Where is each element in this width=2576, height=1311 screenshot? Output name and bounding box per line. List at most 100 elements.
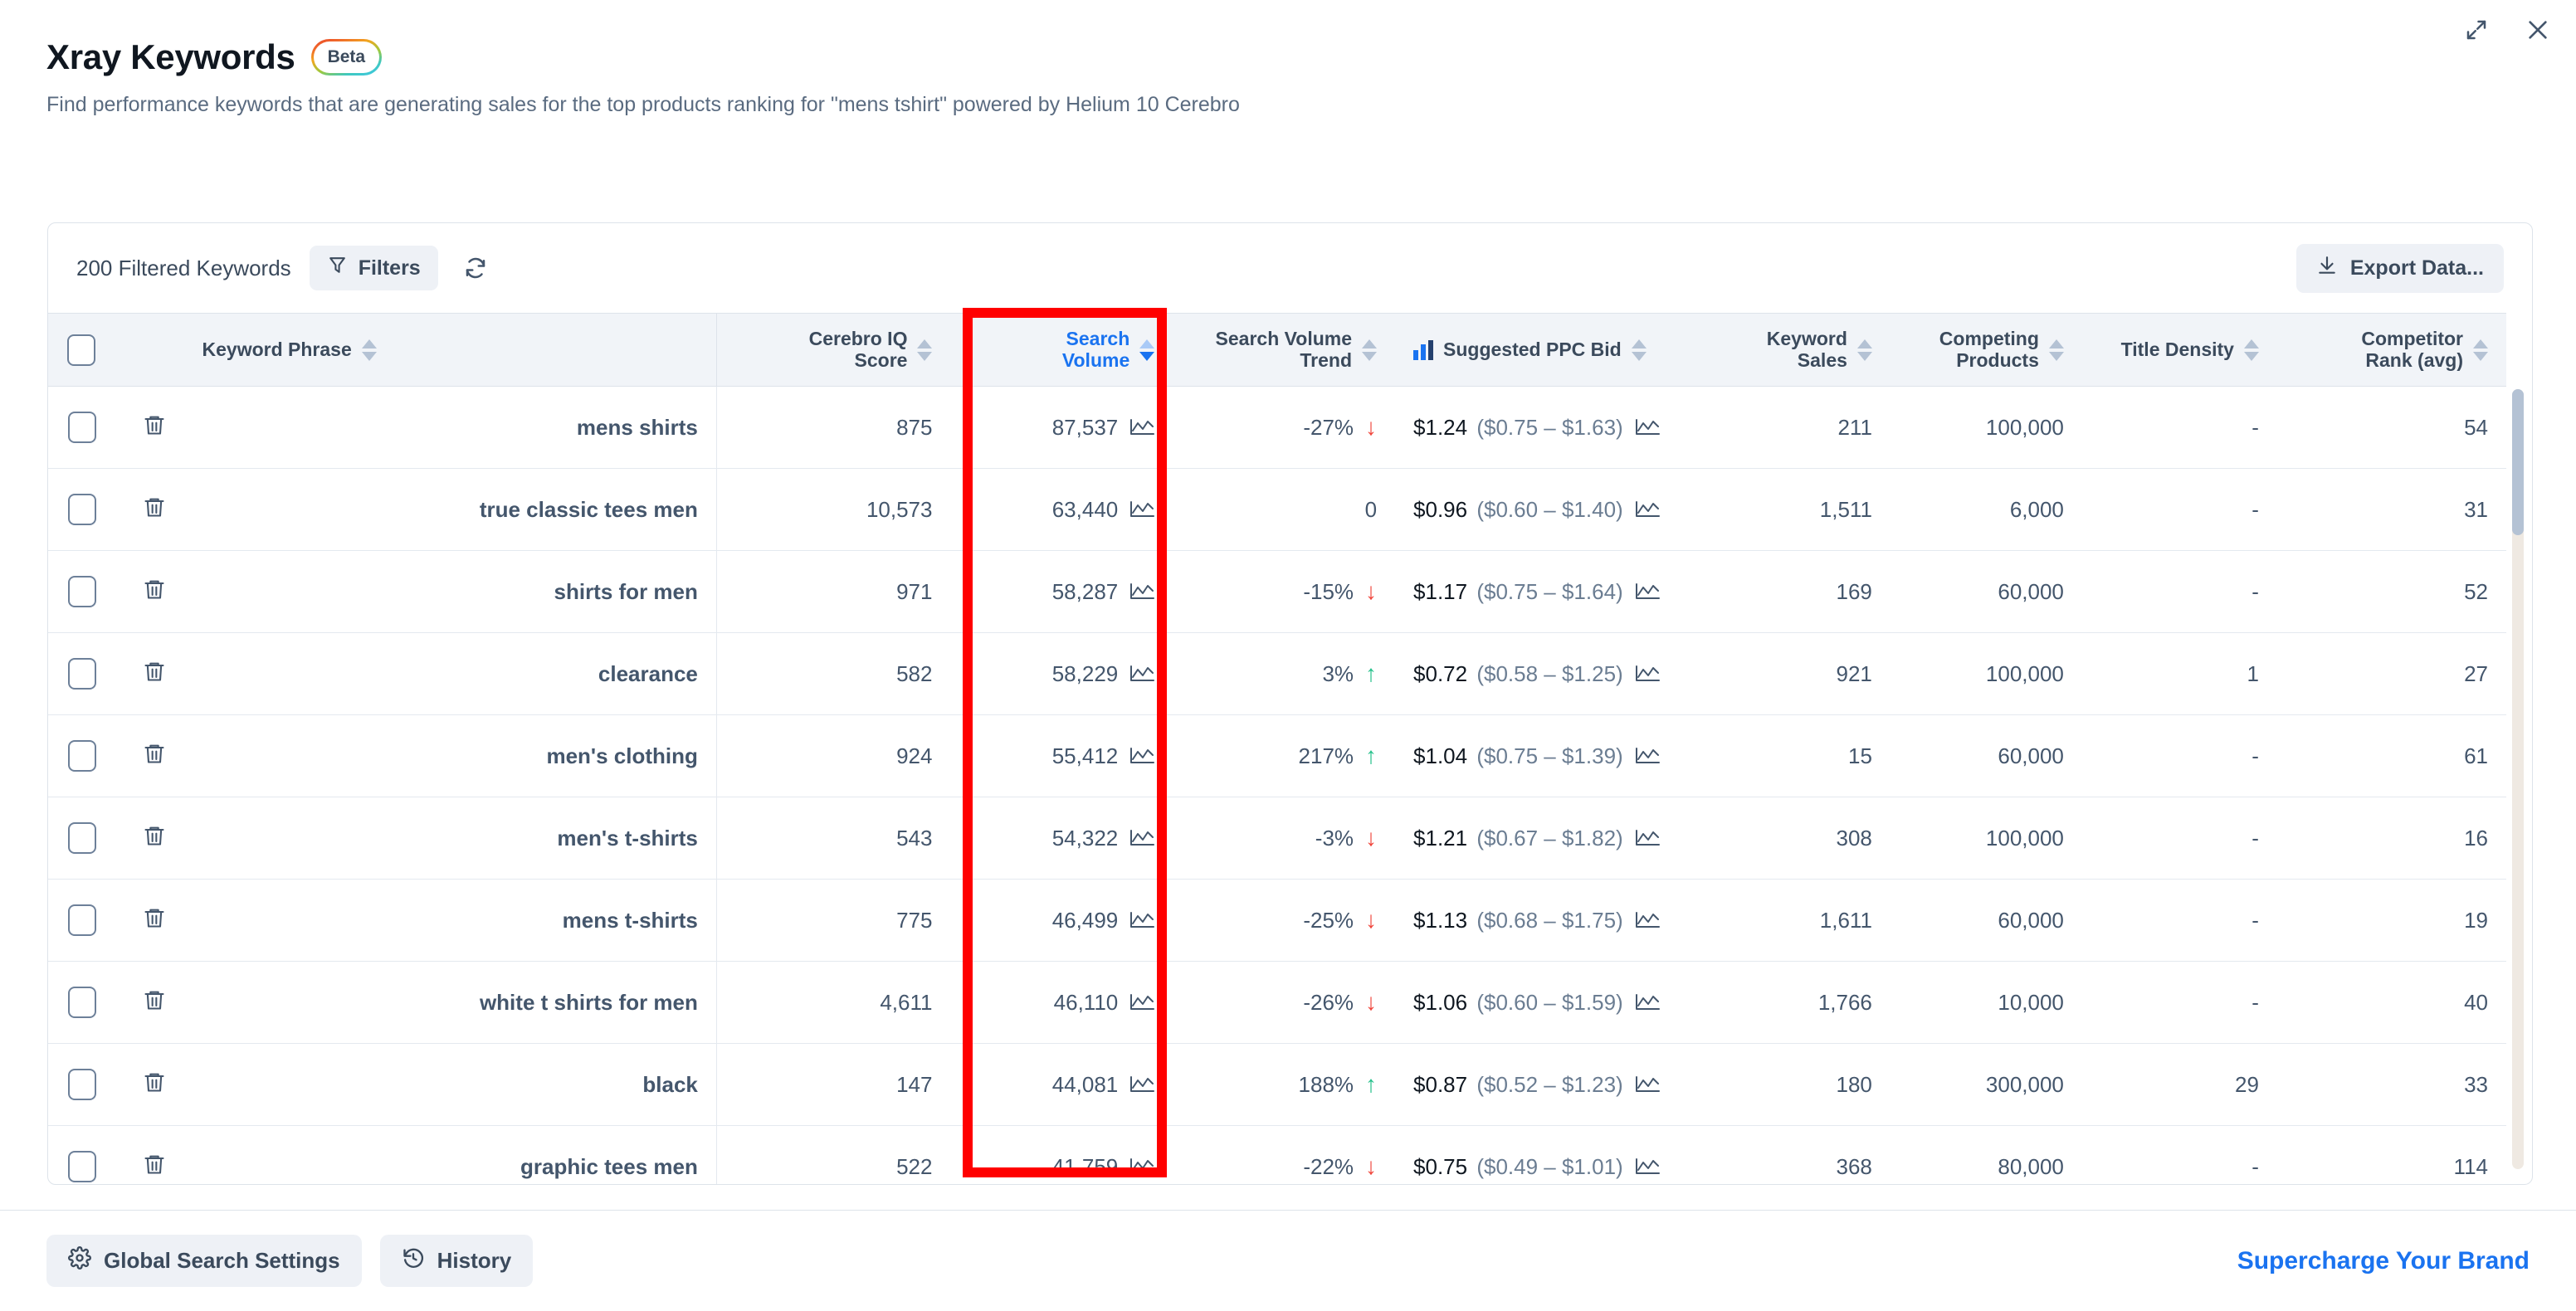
sparkline-icon[interactable]	[1635, 582, 1660, 602]
sparkline-icon[interactable]	[1129, 500, 1155, 519]
export-data-button[interactable]: Export Data...	[2295, 243, 2504, 293]
th-search-volume[interactable]: Search Volume	[950, 313, 1173, 387]
select-all-checkbox[interactable]	[66, 334, 95, 366]
cell-competing-products: 100,000	[1890, 632, 2082, 715]
row-checkbox[interactable]	[67, 740, 96, 772]
cell-keyword-sales: 211	[1719, 386, 1891, 469]
row-delete-cell	[114, 632, 184, 715]
trash-icon[interactable]	[143, 659, 166, 690]
header-row: Keyword Phrase Cerebro IQ Score Search Vol…	[48, 313, 2506, 387]
row-checkbox[interactable]	[67, 904, 96, 936]
sparkline-icon[interactable]	[1129, 992, 1155, 1012]
th-keyword-phrase[interactable]: Keyword Phrase	[183, 313, 717, 387]
sparkline-icon[interactable]	[1129, 582, 1155, 602]
search-volume-value: 63,440	[1051, 496, 1119, 522]
sparkline-icon[interactable]	[1635, 1075, 1660, 1094]
row-checkbox[interactable]	[67, 1069, 96, 1100]
cell-suggested-ppc-bid: $0.72 ($0.58 – $1.25)	[1395, 632, 1720, 715]
cell-competitor-rank: 52	[2276, 550, 2506, 633]
ppc-bid-value: $0.75 ($0.49 – $1.01)	[1413, 1153, 1623, 1179]
table-row[interactable]: clearance 582 58,229 3% ↑ $0.72 ($0.58 – $1.2…	[48, 632, 2506, 715]
trash-icon[interactable]	[143, 1070, 166, 1100]
row-checkbox[interactable]	[67, 494, 96, 525]
cell-cerebro-iq-score: 582	[716, 632, 951, 715]
expand-arrows-icon[interactable]	[2458, 12, 2495, 48]
table-scrollbar[interactable]	[2512, 389, 2524, 1169]
table-row[interactable]: white t shirts for men 4,611 46,110 -26% ↓ $1…	[48, 961, 2506, 1044]
trash-icon[interactable]	[143, 495, 166, 525]
row-checkbox[interactable]	[67, 987, 96, 1018]
history-button[interactable]: History	[379, 1235, 534, 1287]
th-search-volume-trend[interactable]: Search Volume Trend	[1173, 313, 1396, 387]
cell-suggested-ppc-bid: $1.06 ($0.60 – $1.59)	[1395, 961, 1720, 1044]
sparkline-icon[interactable]	[1635, 746, 1660, 766]
global-search-settings-label: Global Search Settings	[104, 1248, 340, 1273]
global-search-settings-button[interactable]: Global Search Settings	[46, 1235, 362, 1287]
sparkline-icon[interactable]	[1129, 910, 1155, 930]
ppc-bid-value: $1.04 ($0.75 – $1.39)	[1413, 743, 1623, 768]
page-title: Xray Keywords	[46, 37, 295, 76]
table-row[interactable]: men's t-shirts 543 54,322 -3% ↓ $1.21 ($0.67 …	[48, 797, 2506, 880]
sparkline-icon[interactable]	[1129, 417, 1155, 437]
th-title-density[interactable]: Title Density	[2081, 313, 2277, 387]
cell-competing-products: 60,000	[1890, 550, 2082, 633]
sparkline-icon[interactable]	[1635, 910, 1660, 930]
table-row[interactable]: shirts for men 971 58,287 -15% ↓ $1.17 ($0.75…	[48, 550, 2506, 633]
row-checkbox[interactable]	[67, 412, 96, 443]
th-suggested-ppc-bid[interactable]: Suggested PPC Bid	[1395, 313, 1720, 387]
row-checkbox[interactable]	[67, 576, 96, 607]
sparkline-icon[interactable]	[1129, 664, 1155, 684]
trend-value: -15%	[1303, 578, 1354, 604]
sparkline-icon[interactable]	[1129, 746, 1155, 766]
trash-icon[interactable]	[143, 987, 166, 1018]
row-checkbox[interactable]	[67, 658, 96, 690]
close-icon[interactable]	[2520, 12, 2556, 48]
ppc-bid-value: $1.13 ($0.68 – $1.75)	[1413, 907, 1623, 933]
refresh-icon[interactable]	[456, 249, 495, 287]
sparkline-icon[interactable]	[1635, 1157, 1660, 1177]
cell-search-volume-trend: -27% ↓	[1173, 386, 1396, 469]
trash-icon[interactable]	[143, 823, 166, 854]
cell-keyword-sales: 1,766	[1719, 961, 1891, 1044]
sparkline-icon[interactable]	[1635, 664, 1660, 684]
row-delete-cell	[114, 468, 184, 551]
cell-keyword-sales: 921	[1719, 632, 1891, 715]
export-label: Export Data...	[2349, 256, 2484, 280]
trash-icon[interactable]	[143, 1152, 166, 1182]
trash-icon[interactable]	[143, 741, 166, 772]
table-row[interactable]: men's clothing 924 55,412 217% ↑ $1.04 ($0.75…	[48, 714, 2506, 797]
table-row[interactable]: mens shirts 875 87,537 -27% ↓ $1.24 ($0.75 – …	[48, 386, 2506, 469]
cell-keyword-phrase: mens t-shirts	[183, 879, 717, 962]
row-checkbox[interactable]	[67, 1151, 96, 1182]
cell-title-density: -	[2081, 714, 2277, 797]
table-row[interactable]: graphic tees men 522 41,759 -22% ↓ $0.75 ($0.…	[48, 1125, 2506, 1184]
cell-suggested-ppc-bid: $1.04 ($0.75 – $1.39)	[1395, 714, 1720, 797]
trash-icon[interactable]	[143, 577, 166, 607]
sparkline-icon[interactable]	[1635, 828, 1660, 848]
cell-competitor-rank: 33	[2276, 1043, 2506, 1126]
sparkline-icon[interactable]	[1635, 992, 1660, 1012]
cell-keyword-sales: 15	[1719, 714, 1891, 797]
sparkline-icon[interactable]	[1129, 1075, 1155, 1094]
supercharge-your-brand-link[interactable]: Supercharge Your Brand	[2237, 1247, 2530, 1275]
cell-competitor-rank: 19	[2276, 879, 2506, 962]
th-competitor-rank[interactable]: Competitor Rank (avg)	[2276, 313, 2506, 387]
table-row[interactable]: true classic tees men 10,573 63,440 0 $0.96 …	[48, 468, 2506, 551]
trash-icon[interactable]	[143, 412, 166, 443]
sparkline-icon[interactable]	[1129, 828, 1155, 848]
scrollbar-thumb[interactable]	[2512, 389, 2524, 535]
row-checkbox[interactable]	[67, 822, 96, 854]
th-competing-products[interactable]: Competing Products	[1890, 313, 2082, 387]
th-keyword-sales[interactable]: Keyword Sales	[1719, 313, 1891, 387]
cell-competitor-rank: 16	[2276, 797, 2506, 880]
sparkline-icon[interactable]	[1635, 417, 1660, 437]
table-row[interactable]: mens t-shirts 775 46,499 -25% ↓ $1.13 ($0.68 …	[48, 879, 2506, 962]
sparkline-icon[interactable]	[1635, 500, 1660, 519]
filters-button[interactable]: Filters	[309, 246, 438, 290]
table-row[interactable]: black 147 44,081 188% ↑ $0.87 ($0.52 – $1.23)…	[48, 1043, 2506, 1126]
sparkline-icon[interactable]	[1129, 1157, 1155, 1177]
trash-icon[interactable]	[143, 905, 166, 936]
ppc-bid-value: $0.96 ($0.60 – $1.40)	[1413, 496, 1623, 522]
page-header: Xray Keywords Beta Find performance keyw…	[0, 0, 2576, 117]
th-cerebro-iq-score[interactable]: Cerebro IQ Score	[716, 313, 951, 387]
